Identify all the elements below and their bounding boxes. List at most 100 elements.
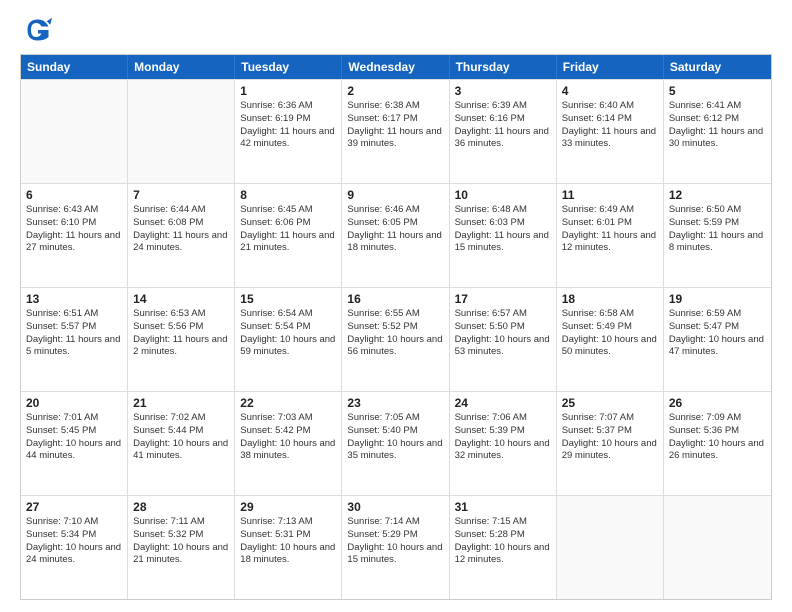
day-cell-9: 9Sunrise: 6:46 AM Sunset: 6:05 PM Daylig… — [342, 184, 449, 287]
day-number: 3 — [455, 84, 551, 98]
day-info: Sunrise: 7:05 AM Sunset: 5:40 PM Dayligh… — [347, 412, 443, 463]
header-day-sunday: Sunday — [21, 55, 128, 79]
day-number: 25 — [562, 396, 658, 410]
day-info: Sunrise: 7:01 AM Sunset: 5:45 PM Dayligh… — [26, 412, 122, 463]
day-info: Sunrise: 6:49 AM Sunset: 6:01 PM Dayligh… — [562, 204, 658, 255]
day-cell-25: 25 Sunrise: 7:07 AM Sunset: 5:37 PM Dayli… — [557, 392, 664, 495]
day-number: 24 — [455, 396, 551, 410]
day-number: 14 — [133, 292, 229, 306]
day-info: Sunrise: 7:10 AM Sunset: 5:34 PM Dayligh… — [26, 516, 122, 567]
day-number: 28 — [133, 500, 229, 514]
day-number: 17 — [455, 292, 551, 306]
day-cell-11: 11 Sunrise: 6:49 AM Sunset: 6:01 PM Dayli… — [557, 184, 664, 287]
day-number: 26 — [669, 396, 766, 410]
week-row-3: 13 Sunrise: 6:51 AM Sunset: 5:57 PM Dayli… — [21, 287, 771, 391]
day-number: 20 — [26, 396, 122, 410]
week-row-2: 6 Sunrise: 6:43 AM Sunset: 6:10 PM Daylig… — [21, 183, 771, 287]
day-cell-24: 24Sunrise: 7:06 AM Sunset: 5:39 PM Dayli… — [450, 392, 557, 495]
day-info: Sunrise: 6:39 AM Sunset: 6:16 PM Dayligh… — [455, 100, 551, 151]
day-number: 2 — [347, 84, 443, 98]
day-info: Sunrise: 6:36 AM Sunset: 6:19 PM Dayligh… — [240, 100, 336, 151]
day-info: Sunrise: 6:38 AM Sunset: 6:17 PM Dayligh… — [347, 100, 443, 151]
day-number: 18 — [562, 292, 658, 306]
empty-cell-0-1 — [128, 80, 235, 183]
day-cell-18: 18 Sunrise: 6:58 AM Sunset: 5:49 PM Dayli… — [557, 288, 664, 391]
day-cell-14: 14 Sunrise: 6:53 AM Sunset: 5:56 PM Dayli… — [128, 288, 235, 391]
day-number: 5 — [669, 84, 766, 98]
day-cell-30: 30Sunrise: 7:14 AM Sunset: 5:29 PM Dayli… — [342, 496, 449, 599]
day-info: Sunrise: 6:58 AM Sunset: 5:49 PM Dayligh… — [562, 308, 658, 359]
calendar-header-row: SundayMondayTuesdayWednesdayThursdayFrid… — [21, 55, 771, 79]
day-cell-12: 12 Sunrise: 6:50 AM Sunset: 5:59 PM Dayli… — [664, 184, 771, 287]
day-number: 1 — [240, 84, 336, 98]
day-info: Sunrise: 7:07 AM Sunset: 5:37 PM Dayligh… — [562, 412, 658, 463]
day-cell-20: 20 Sunrise: 7:01 AM Sunset: 5:45 PM Dayli… — [21, 392, 128, 495]
day-number: 22 — [240, 396, 336, 410]
calendar: SundayMondayTuesdayWednesdayThursdayFrid… — [20, 54, 772, 600]
week-row-5: 27Sunrise: 7:10 AM Sunset: 5:34 PM Dayli… — [21, 495, 771, 599]
header-day-wednesday: Wednesday — [342, 55, 449, 79]
day-cell-17: 17 Sunrise: 6:57 AM Sunset: 5:50 PM Dayli… — [450, 288, 557, 391]
day-cell-7: 7Sunrise: 6:44 AM Sunset: 6:08 PM Daylig… — [128, 184, 235, 287]
day-info: Sunrise: 7:09 AM Sunset: 5:36 PM Dayligh… — [669, 412, 766, 463]
day-number: 29 — [240, 500, 336, 514]
header — [20, 16, 772, 44]
day-number: 11 — [562, 188, 658, 202]
day-number: 31 — [455, 500, 551, 514]
day-info: Sunrise: 6:40 AM Sunset: 6:14 PM Dayligh… — [562, 100, 658, 151]
day-cell-16: 16 Sunrise: 6:55 AM Sunset: 5:52 PM Dayli… — [342, 288, 449, 391]
day-cell-31: 31 Sunrise: 7:15 AM Sunset: 5:28 PM Dayli… — [450, 496, 557, 599]
day-cell-28: 28 Sunrise: 7:11 AM Sunset: 5:32 PM Dayli… — [128, 496, 235, 599]
day-info: Sunrise: 6:50 AM Sunset: 5:59 PM Dayligh… — [669, 204, 766, 255]
day-info: Sunrise: 6:48 AM Sunset: 6:03 PM Dayligh… — [455, 204, 551, 255]
day-info: Sunrise: 6:51 AM Sunset: 5:57 PM Dayligh… — [26, 308, 122, 359]
day-cell-29: 29 Sunrise: 7:13 AM Sunset: 5:31 PM Dayli… — [235, 496, 342, 599]
day-info: Sunrise: 6:54 AM Sunset: 5:54 PM Dayligh… — [240, 308, 336, 359]
day-cell-4: 4 Sunrise: 6:40 AM Sunset: 6:14 PM Daylig… — [557, 80, 664, 183]
day-info: Sunrise: 6:59 AM Sunset: 5:47 PM Dayligh… — [669, 308, 766, 359]
day-cell-8: 8Sunrise: 6:45 AM Sunset: 6:06 PM Daylig… — [235, 184, 342, 287]
header-day-thursday: Thursday — [450, 55, 557, 79]
day-info: Sunrise: 6:53 AM Sunset: 5:56 PM Dayligh… — [133, 308, 229, 359]
week-row-4: 20 Sunrise: 7:01 AM Sunset: 5:45 PM Dayli… — [21, 391, 771, 495]
page: SundayMondayTuesdayWednesdayThursdayFrid… — [0, 0, 792, 612]
day-info: Sunrise: 7:13 AM Sunset: 5:31 PM Dayligh… — [240, 516, 336, 567]
day-number: 12 — [669, 188, 766, 202]
day-number: 23 — [347, 396, 443, 410]
day-info: Sunrise: 7:03 AM Sunset: 5:42 PM Dayligh… — [240, 412, 336, 463]
day-number: 4 — [562, 84, 658, 98]
week-row-1: 1 Sunrise: 6:36 AM Sunset: 6:19 PM Daylig… — [21, 79, 771, 183]
day-number: 6 — [26, 188, 122, 202]
day-cell-19: 19Sunrise: 6:59 AM Sunset: 5:47 PM Dayli… — [664, 288, 771, 391]
day-cell-5: 5 Sunrise: 6:41 AM Sunset: 6:12 PM Daylig… — [664, 80, 771, 183]
day-cell-21: 21 Sunrise: 7:02 AM Sunset: 5:44 PM Dayli… — [128, 392, 235, 495]
day-cell-26: 26 Sunrise: 7:09 AM Sunset: 5:36 PM Dayli… — [664, 392, 771, 495]
day-number: 21 — [133, 396, 229, 410]
day-cell-15: 15Sunrise: 6:54 AM Sunset: 5:54 PM Dayli… — [235, 288, 342, 391]
day-info: Sunrise: 6:46 AM Sunset: 6:05 PM Dayligh… — [347, 204, 443, 255]
day-info: Sunrise: 7:02 AM Sunset: 5:44 PM Dayligh… — [133, 412, 229, 463]
day-cell-13: 13 Sunrise: 6:51 AM Sunset: 5:57 PM Dayli… — [21, 288, 128, 391]
day-number: 16 — [347, 292, 443, 306]
day-cell-22: 22 Sunrise: 7:03 AM Sunset: 5:42 PM Dayli… — [235, 392, 342, 495]
calendar-body: 1 Sunrise: 6:36 AM Sunset: 6:19 PM Daylig… — [21, 79, 771, 599]
day-cell-27: 27Sunrise: 7:10 AM Sunset: 5:34 PM Dayli… — [21, 496, 128, 599]
day-number: 30 — [347, 500, 443, 514]
day-info: Sunrise: 6:44 AM Sunset: 6:08 PM Dayligh… — [133, 204, 229, 255]
logo — [20, 16, 52, 44]
header-day-monday: Monday — [128, 55, 235, 79]
header-day-tuesday: Tuesday — [235, 55, 342, 79]
day-info: Sunrise: 7:15 AM Sunset: 5:28 PM Dayligh… — [455, 516, 551, 567]
day-info: Sunrise: 6:57 AM Sunset: 5:50 PM Dayligh… — [455, 308, 551, 359]
day-info: Sunrise: 7:11 AM Sunset: 5:32 PM Dayligh… — [133, 516, 229, 567]
day-info: Sunrise: 6:55 AM Sunset: 5:52 PM Dayligh… — [347, 308, 443, 359]
day-number: 13 — [26, 292, 122, 306]
day-info: Sunrise: 6:41 AM Sunset: 6:12 PM Dayligh… — [669, 100, 766, 151]
day-info: Sunrise: 6:45 AM Sunset: 6:06 PM Dayligh… — [240, 204, 336, 255]
empty-cell-4-5 — [557, 496, 664, 599]
day-cell-2: 2 Sunrise: 6:38 AM Sunset: 6:17 PM Daylig… — [342, 80, 449, 183]
day-info: Sunrise: 6:43 AM Sunset: 6:10 PM Dayligh… — [26, 204, 122, 255]
empty-cell-0-0 — [21, 80, 128, 183]
day-number: 10 — [455, 188, 551, 202]
header-day-friday: Friday — [557, 55, 664, 79]
